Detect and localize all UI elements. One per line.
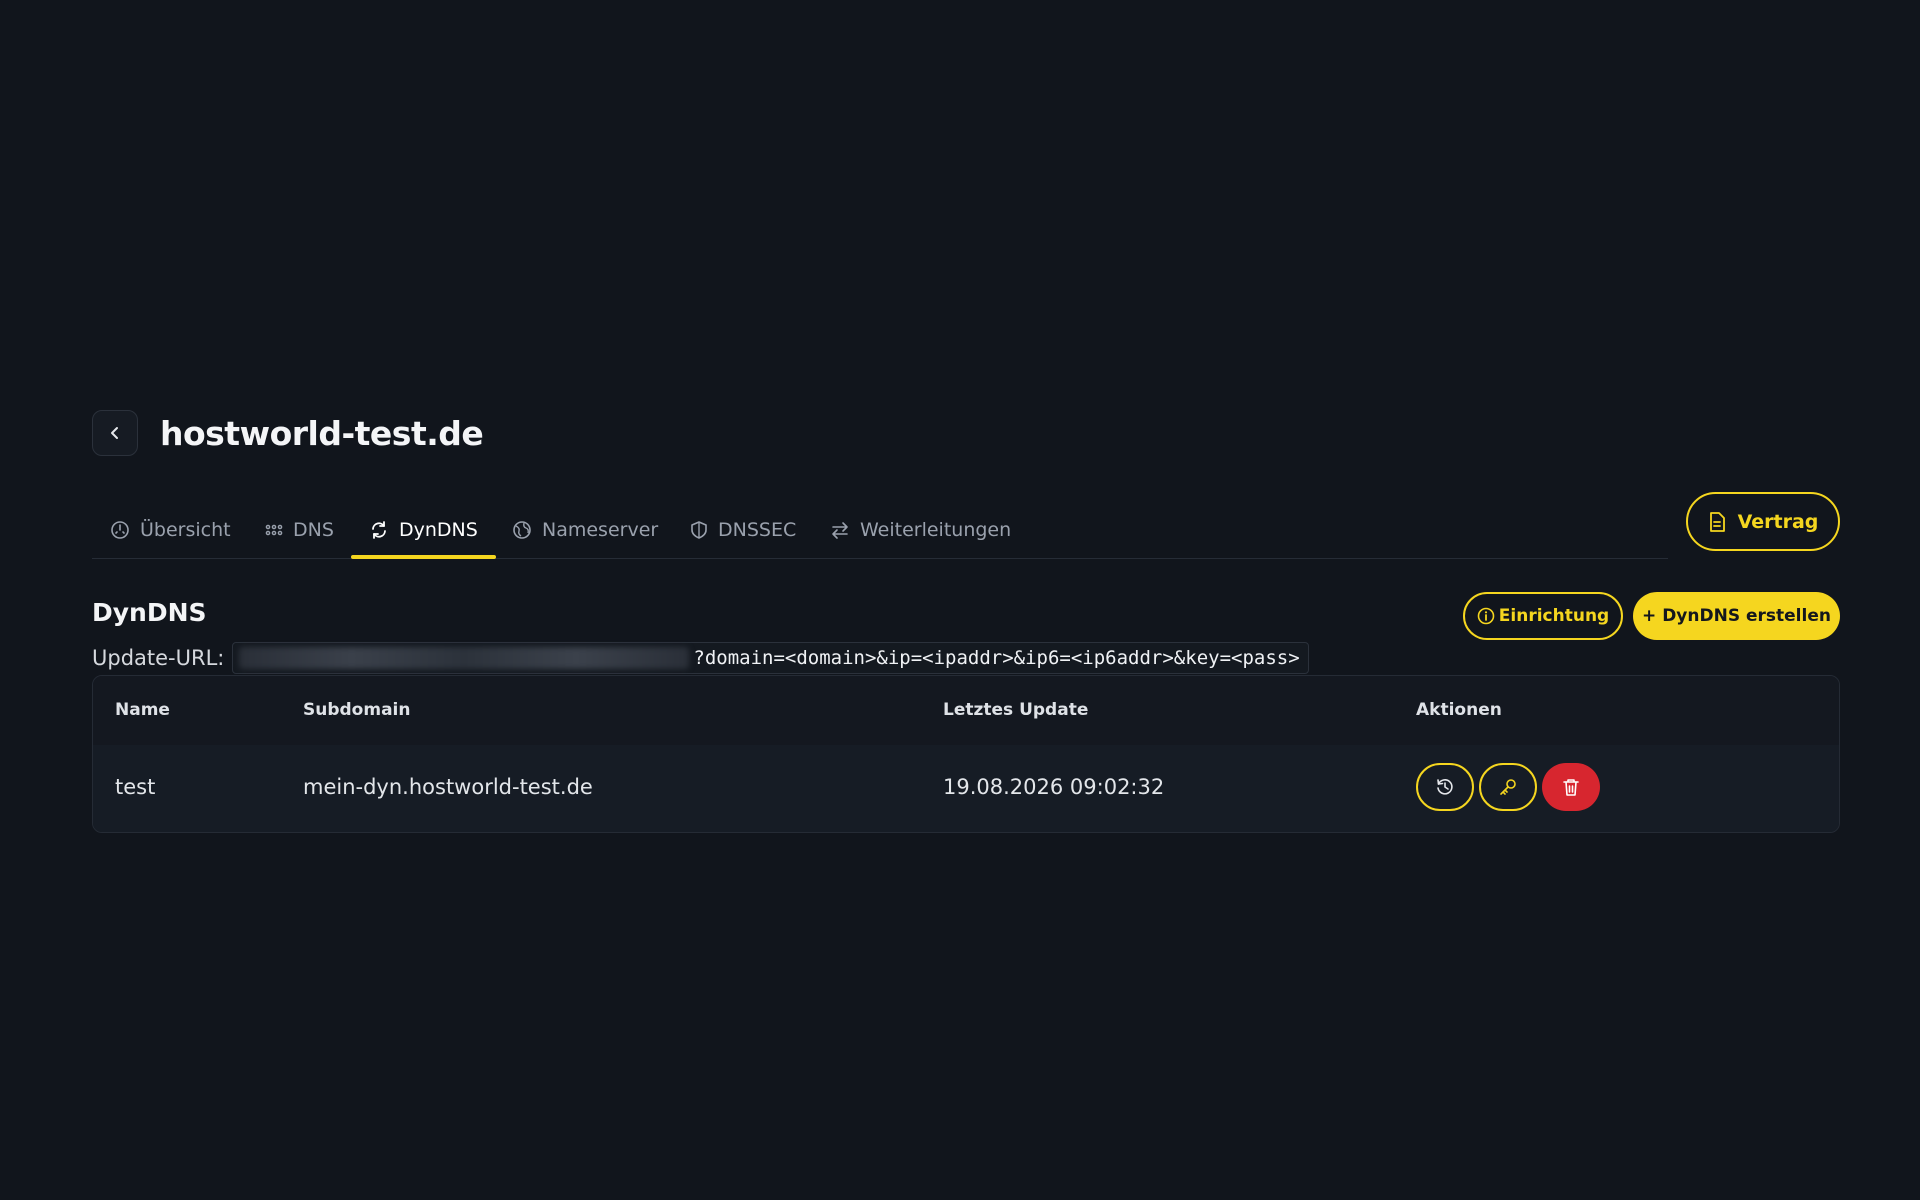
gauge-icon xyxy=(111,521,129,539)
back-button[interactable] xyxy=(92,410,138,456)
tab-label: DynDNS xyxy=(399,519,478,541)
tab-label: Weiterleitungen xyxy=(860,519,1012,541)
grid-dots-icon xyxy=(265,524,283,536)
document-icon xyxy=(1709,511,1725,532)
update-url-label: Update-URL: xyxy=(92,646,225,670)
tab-label: Übersicht xyxy=(140,519,231,541)
page-title: hostworld-test.de xyxy=(160,413,484,453)
history-button[interactable] xyxy=(1416,763,1474,811)
tab-label: DNS xyxy=(293,519,334,541)
tab-dyndns[interactable]: DynDNS xyxy=(351,502,496,559)
column-header-name: Name xyxy=(115,700,170,720)
update-url: Update-URL: ?domain=<domain>&ip=<ipaddr>… xyxy=(92,642,1309,674)
redacted-url-base xyxy=(239,647,690,669)
cell-subdomain: mein-dyn.hostworld-test.de xyxy=(303,775,593,799)
tab-label: Nameserver xyxy=(542,519,659,541)
tab-dns[interactable]: DNS xyxy=(265,502,334,558)
tab-weiterleitungen[interactable]: Weiterleitungen xyxy=(830,502,1011,558)
tab-dnssec[interactable]: DNSSEC xyxy=(690,502,796,558)
column-header-subdomain: Subdomain xyxy=(303,700,411,720)
section-title: DynDNS xyxy=(92,598,207,627)
tab-bar: Übersicht DNS DynDNS Nameserver DNSSEC W… xyxy=(92,502,1668,559)
cell-last-update: 19.08.2026 09:02:32 xyxy=(943,775,1165,799)
key-button[interactable] xyxy=(1479,763,1537,811)
page-header: hostworld-test.de xyxy=(92,410,484,456)
globe-icon xyxy=(513,521,531,539)
table-header: Name Subdomain Letztes Update Aktionen xyxy=(93,676,1839,745)
column-header-actions: Aktionen xyxy=(1416,700,1502,720)
delete-button[interactable] xyxy=(1542,763,1600,811)
contract-button[interactable]: Vertrag xyxy=(1686,492,1840,551)
refresh-icon xyxy=(372,521,386,539)
update-url-code[interactable]: ?domain=<domain>&ip=<ipaddr>&ip6=<ip6add… xyxy=(232,642,1309,674)
shield-icon xyxy=(691,521,707,539)
column-header-last-update: Letztes Update xyxy=(943,700,1089,720)
dyndns-table: Name Subdomain Letztes Update Aktionen t… xyxy=(92,675,1840,833)
chevron-left-icon xyxy=(111,427,118,439)
tab-overview[interactable]: Übersicht xyxy=(110,502,231,558)
key-icon xyxy=(1500,779,1516,795)
setup-button-label: Einrichtung xyxy=(1498,606,1610,626)
info-icon xyxy=(1477,607,1495,625)
history-icon xyxy=(1437,779,1453,795)
arrows-exchange-icon xyxy=(832,522,848,539)
create-dyndns-button[interactable]: + DynDNS erstellen xyxy=(1633,592,1840,640)
contract-button-label: Vertrag xyxy=(1737,510,1819,533)
tab-nameserver[interactable]: Nameserver xyxy=(512,502,658,558)
cell-name: test xyxy=(115,775,156,799)
create-dyndns-button-label: + DynDNS erstellen xyxy=(1642,606,1831,626)
table-row: test mein-dyn.hostworld-test.de 19.08.20… xyxy=(93,745,1839,832)
tab-label: DNSSEC xyxy=(718,519,797,541)
trash-icon xyxy=(1563,779,1579,796)
update-url-query: ?domain=<domain>&ip=<ipaddr>&ip6=<ip6add… xyxy=(693,647,1300,669)
setup-button[interactable]: Einrichtung xyxy=(1463,592,1623,640)
